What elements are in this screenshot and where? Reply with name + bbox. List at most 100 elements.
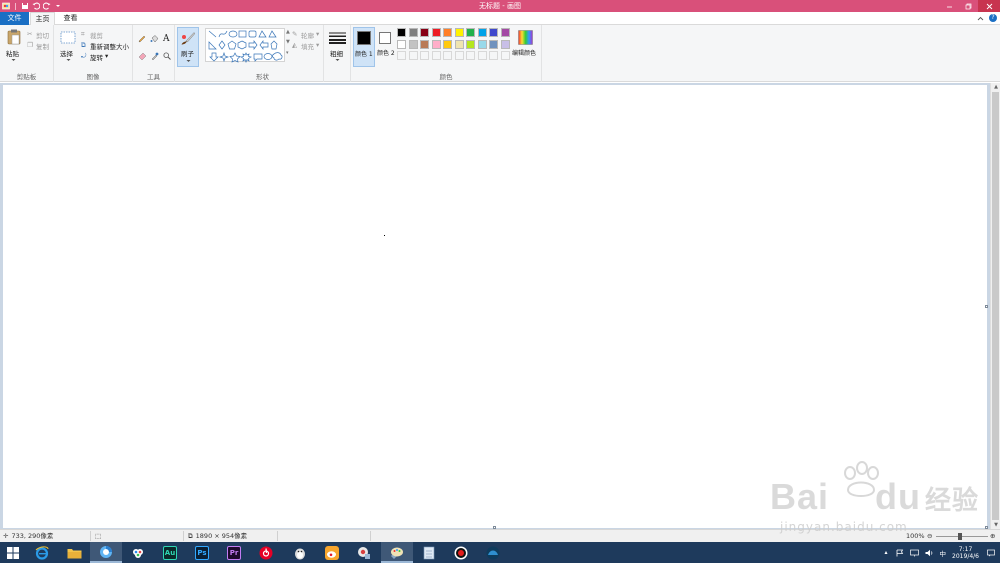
palette-color-swatch[interactable] bbox=[466, 39, 475, 49]
taskbar-weibo[interactable] bbox=[316, 542, 348, 563]
vertical-scrollbar[interactable]: ▲ ▼ bbox=[990, 83, 1000, 529]
zoom-slider-thumb[interactable] bbox=[958, 533, 962, 540]
palette-custom-slot[interactable] bbox=[477, 51, 487, 60]
canvas-resize-handle-right[interactable] bbox=[985, 305, 988, 308]
customize-dropdown-icon[interactable] bbox=[54, 2, 62, 10]
paste-button[interactable]: 粘贴 bbox=[4, 28, 24, 66]
palette-color-swatch[interactable] bbox=[420, 28, 429, 37]
palette-color-swatch[interactable] bbox=[466, 28, 475, 37]
palette-color-swatch[interactable] bbox=[420, 39, 429, 49]
palette-color-swatch[interactable] bbox=[408, 39, 418, 49]
taskbar-file-explorer[interactable] bbox=[58, 542, 90, 563]
palette-color-swatch[interactable] bbox=[443, 39, 452, 49]
magnifier-icon[interactable] bbox=[163, 52, 171, 60]
start-button[interactable] bbox=[0, 542, 26, 563]
color-picker-icon[interactable] bbox=[151, 52, 159, 60]
resize-icon: ⧉ bbox=[81, 41, 86, 49]
pencil-icon[interactable] bbox=[138, 35, 146, 43]
brushes-button[interactable]: 刷子 bbox=[177, 27, 199, 67]
save-icon[interactable] bbox=[21, 2, 29, 10]
palette-color-swatch[interactable] bbox=[431, 28, 441, 37]
taskbar-app-9[interactable] bbox=[284, 542, 316, 563]
line-size-icon bbox=[329, 32, 346, 44]
redo-icon[interactable] bbox=[43, 2, 51, 10]
palette-custom-slot[interactable] bbox=[466, 51, 475, 60]
taskbar-audition[interactable]: Au bbox=[154, 542, 186, 563]
palette-color-swatch[interactable] bbox=[489, 39, 498, 49]
scroll-thumb[interactable] bbox=[992, 92, 999, 520]
cursor-position: ✛ 733, 290像素 bbox=[3, 530, 53, 542]
selection-size: ⬚ bbox=[95, 530, 101, 542]
palette-color-swatch[interactable] bbox=[408, 28, 418, 37]
palette-color-swatch[interactable] bbox=[500, 28, 510, 37]
tab-file[interactable]: 文件 bbox=[0, 12, 29, 25]
taskbar-app-15[interactable] bbox=[477, 542, 509, 563]
window-controls bbox=[940, 0, 1000, 12]
fill-bucket-icon[interactable] bbox=[150, 35, 159, 43]
minimize-button[interactable] bbox=[940, 0, 959, 12]
shapes-gallery[interactable] bbox=[205, 28, 285, 63]
select-button[interactable]: 选择 bbox=[58, 29, 78, 65]
palette-custom-slot[interactable] bbox=[443, 51, 452, 60]
browser-icon bbox=[100, 545, 112, 558]
taskbar-notepad[interactable] bbox=[413, 542, 445, 563]
palette-color-swatch[interactable] bbox=[454, 39, 464, 49]
palette-color-swatch[interactable] bbox=[431, 39, 441, 49]
drawing-canvas[interactable] bbox=[3, 85, 987, 528]
tab-home[interactable]: 主页 bbox=[30, 12, 55, 25]
edit-colors-button[interactable]: 编辑颜色 bbox=[512, 28, 540, 66]
tab-view[interactable]: 查看 bbox=[58, 12, 83, 25]
input-method-icon[interactable]: 中 bbox=[940, 548, 947, 558]
taskbar-browser[interactable] bbox=[90, 542, 122, 563]
size-button[interactable]: 粗细 bbox=[327, 29, 348, 67]
taskbar-paint[interactable] bbox=[381, 542, 413, 563]
palette-custom-slot[interactable] bbox=[454, 51, 464, 60]
palette-color-swatch[interactable] bbox=[477, 39, 487, 49]
eraser-icon[interactable] bbox=[138, 52, 147, 60]
ribbon-right-controls: ? bbox=[977, 14, 997, 22]
color2-button[interactable]: 颜色 2 bbox=[377, 29, 396, 65]
undo-icon[interactable] bbox=[32, 2, 40, 10]
tray-expand-icon[interactable]: ▴ bbox=[885, 549, 888, 556]
volume-icon[interactable] bbox=[925, 549, 934, 557]
size-label: 粗细 bbox=[330, 50, 343, 58]
palette-color-swatch[interactable] bbox=[477, 28, 487, 37]
palette-custom-slot[interactable] bbox=[489, 51, 498, 60]
zoom-in-icon[interactable]: ⊕ bbox=[990, 530, 995, 542]
palette-color-swatch[interactable] bbox=[397, 39, 406, 49]
palette-custom-slot[interactable] bbox=[420, 51, 429, 60]
palette-color-swatch[interactable] bbox=[500, 39, 510, 49]
scroll-up-icon[interactable]: ▲ bbox=[991, 83, 1000, 91]
palette-custom-slot[interactable] bbox=[500, 51, 510, 60]
scroll-down-icon[interactable]: ▼ bbox=[991, 521, 1000, 529]
network-icon[interactable] bbox=[909, 549, 919, 557]
text-tool-icon[interactable]: A bbox=[163, 34, 170, 44]
taskbar-photoshop[interactable]: Ps bbox=[186, 542, 218, 563]
palette-color-swatch[interactable] bbox=[443, 28, 452, 37]
taskbar-premiere[interactable]: Pr bbox=[218, 542, 250, 563]
zoom-out-icon[interactable]: ⊖ bbox=[927, 530, 932, 542]
shapes-group-label: 形状 bbox=[256, 73, 269, 81]
restore-button[interactable] bbox=[959, 0, 978, 12]
close-button[interactable] bbox=[978, 0, 1000, 12]
minimize-ribbon-icon[interactable] bbox=[977, 15, 984, 22]
flag-icon[interactable] bbox=[896, 549, 904, 557]
palette-color-swatch[interactable] bbox=[397, 28, 406, 37]
palette-color-swatch[interactable] bbox=[489, 28, 498, 37]
shapes-scroll[interactable]: ▲ ▼ ▾ bbox=[286, 29, 291, 61]
help-icon[interactable]: ? bbox=[989, 14, 997, 22]
taskbar-recorder[interactable] bbox=[445, 542, 477, 563]
palette-custom-slot[interactable] bbox=[431, 51, 441, 60]
notifications-icon[interactable] bbox=[987, 549, 995, 557]
paint-icon bbox=[390, 547, 403, 559]
taskbar-app-11[interactable] bbox=[348, 542, 380, 563]
zoom-slider-track[interactable] bbox=[936, 536, 988, 537]
palette-custom-slot[interactable] bbox=[408, 51, 418, 60]
palette-custom-slot[interactable] bbox=[397, 51, 406, 60]
palette-color-swatch[interactable] bbox=[454, 28, 464, 37]
taskbar-ie[interactable] bbox=[26, 542, 58, 563]
color1-button[interactable]: 颜色 1 bbox=[353, 27, 375, 67]
taskbar-netease-music[interactable] bbox=[250, 542, 282, 563]
clock[interactable]: 7:17 2019/4/6 bbox=[952, 546, 979, 560]
taskbar-baidu-netdisk[interactable] bbox=[122, 542, 154, 563]
